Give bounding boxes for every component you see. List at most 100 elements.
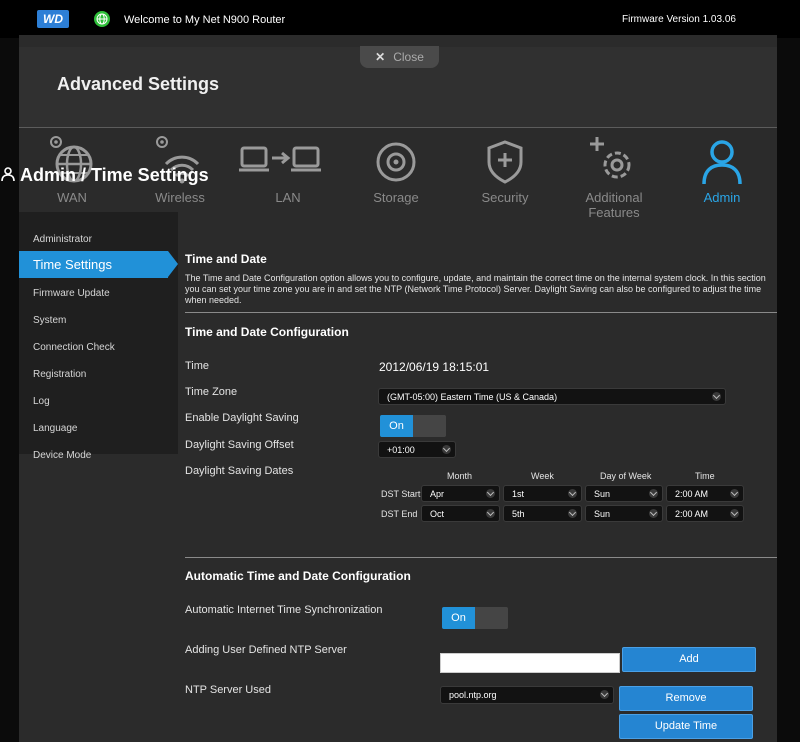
timezone-select[interactable]: (GMT-05:00) Eastern Time (US & Canada): [378, 388, 726, 405]
sidebar-item-log[interactable]: Log: [19, 388, 178, 415]
chevron-down-icon: [600, 690, 609, 699]
nav-lan[interactable]: LAN: [238, 128, 338, 218]
toggle-grip: [413, 415, 446, 437]
lan-computers-icon: [239, 146, 321, 172]
offset-label: Daylight Saving Offset: [185, 439, 294, 451]
dst-end-week-select[interactable]: 5th: [503, 505, 582, 522]
column-day-of-week: Day of Week: [600, 471, 652, 481]
dst-start-month: Apr: [430, 489, 445, 499]
sidebar-item-system[interactable]: System: [19, 307, 178, 334]
column-week: Week: [531, 471, 554, 481]
nav-storage-label: Storage: [373, 190, 419, 205]
nav-security-label: Security: [481, 190, 529, 205]
column-month: Month: [447, 471, 473, 481]
time-and-date-heading: Time and Date: [185, 252, 267, 266]
sidebar-item-time-settings[interactable]: Time Settings: [19, 251, 178, 278]
dst-toggle-on: On: [380, 415, 413, 437]
ntp-used-label: NTP Server Used: [185, 684, 271, 696]
page-title: Admin / Time Settings: [0, 165, 209, 186]
sidebar-item-connection-check[interactable]: Connection Check: [19, 334, 178, 361]
chevron-down-icon: [568, 509, 577, 518]
nav-wireless-label: Wireless: [155, 190, 205, 205]
page-title-text: Admin / Time Settings: [20, 165, 209, 185]
dst-end-time: 2:00 AM: [675, 509, 709, 519]
timezone-label: Time Zone: [185, 386, 238, 398]
offset-value: +01:00: [387, 445, 415, 455]
dst-end-month: Oct: [430, 509, 445, 519]
dst-toggle[interactable]: On: [380, 415, 446, 437]
dst-start-week: 1st: [512, 489, 525, 499]
dst-start-week-select[interactable]: 1st: [503, 485, 582, 502]
config-heading: Time and Date Configuration: [185, 325, 349, 339]
section-divider: [185, 312, 777, 313]
chevron-down-icon: [730, 509, 739, 518]
update-time-button[interactable]: Update Time: [619, 714, 753, 739]
nav-additional-features-label: Additional Features: [585, 190, 643, 220]
close-label: Close: [393, 50, 424, 64]
firmware-version: Firmware Version 1.03.06: [622, 14, 736, 25]
chevron-down-icon: [486, 489, 495, 498]
ntp-used-value: pool.ntp.org: [449, 690, 497, 700]
sync-label: Automatic Internet Time Synchronization: [185, 604, 383, 616]
chevron-down-icon: [730, 489, 739, 498]
nav-wan-label: WAN: [57, 190, 87, 205]
disk-icon: [376, 142, 416, 182]
gear-plus-icon: [590, 137, 631, 179]
top-bar: WD Welcome to My Net N900 Router Firmwar…: [0, 0, 800, 38]
dst-label: Enable Daylight Saving: [185, 412, 299, 424]
dst-dates-label: Daylight Saving Dates: [185, 465, 294, 477]
wd-logo: WD: [37, 10, 69, 28]
chevron-down-icon: [442, 445, 451, 454]
person-icon: [0, 165, 20, 186]
column-time: Time: [695, 471, 715, 481]
dst-end-week: 5th: [512, 509, 525, 519]
dst-start-label: DST Start: [381, 489, 421, 499]
dst-end-day-select[interactable]: Sun: [585, 505, 663, 522]
welcome-text: Welcome to My Net N900 Router: [124, 14, 286, 26]
sidebar-item-firmware-update[interactable]: Firmware Update: [19, 280, 178, 307]
sidebar-item-registration[interactable]: Registration: [19, 361, 178, 388]
dst-start-time: 2:00 AM: [675, 489, 709, 499]
dst-start-day-select[interactable]: Sun: [585, 485, 663, 502]
sidebar-item-administrator[interactable]: Administrator: [19, 226, 178, 253]
close-icon: ✕: [375, 50, 386, 64]
timezone-value: (GMT-05:00) Eastern Time (US & Canada): [387, 392, 558, 402]
nav-admin[interactable]: Admin: [672, 128, 772, 218]
time-label: Time: [185, 360, 210, 372]
chevron-down-icon: [486, 509, 495, 518]
nav-storage[interactable]: Storage: [346, 128, 446, 218]
add-button[interactable]: Add: [622, 647, 756, 672]
dst-start-day: Sun: [594, 489, 611, 499]
ntp-used-select[interactable]: pool.ntp.org: [440, 686, 614, 704]
settings-sidebar: Administrator Time Settings Firmware Upd…: [19, 212, 178, 461]
sidebar-item-device-mode[interactable]: Device Mode: [19, 442, 178, 469]
panel-title: Advanced Settings: [57, 74, 220, 94]
remove-button[interactable]: Remove: [619, 686, 753, 711]
nav-lan-label: LAN: [275, 190, 301, 205]
sidebar-item-language[interactable]: Language: [19, 415, 178, 442]
nav-security[interactable]: Security: [455, 128, 555, 218]
dst-end-month-select[interactable]: Oct: [421, 505, 500, 522]
sync-toggle[interactable]: On: [442, 607, 508, 629]
offset-select[interactable]: +01:00: [378, 441, 456, 458]
chevron-down-icon: [649, 509, 658, 518]
time-value: 2012/06/19 18:15:01: [379, 360, 490, 374]
dst-end-time-select[interactable]: 2:00 AM: [666, 505, 744, 522]
time-and-date-description: The Time and Date Configuration option a…: [185, 273, 766, 305]
internet-status-icon: [94, 11, 110, 27]
dst-start-month-select[interactable]: Apr: [421, 485, 500, 502]
nav-admin-label: Admin: [703, 190, 741, 205]
chevron-down-icon: [649, 489, 658, 498]
dst-end-day: Sun: [594, 509, 611, 519]
person-icon: [702, 140, 742, 185]
auto-heading: Automatic Time and Date Configuration: [185, 569, 411, 583]
shield-plus-icon: [487, 140, 523, 184]
nav-additional-features[interactable]: Additional Features: [563, 128, 665, 220]
ntp-server-input[interactable]: [440, 653, 620, 673]
chevron-down-icon: [568, 489, 577, 498]
dst-start-time-select[interactable]: 2:00 AM: [666, 485, 744, 502]
chevron-down-icon: [712, 392, 721, 401]
dst-end-label: DST End: [381, 509, 418, 519]
toggle-grip: [475, 607, 508, 629]
close-button[interactable]: ✕ Close: [360, 46, 439, 68]
